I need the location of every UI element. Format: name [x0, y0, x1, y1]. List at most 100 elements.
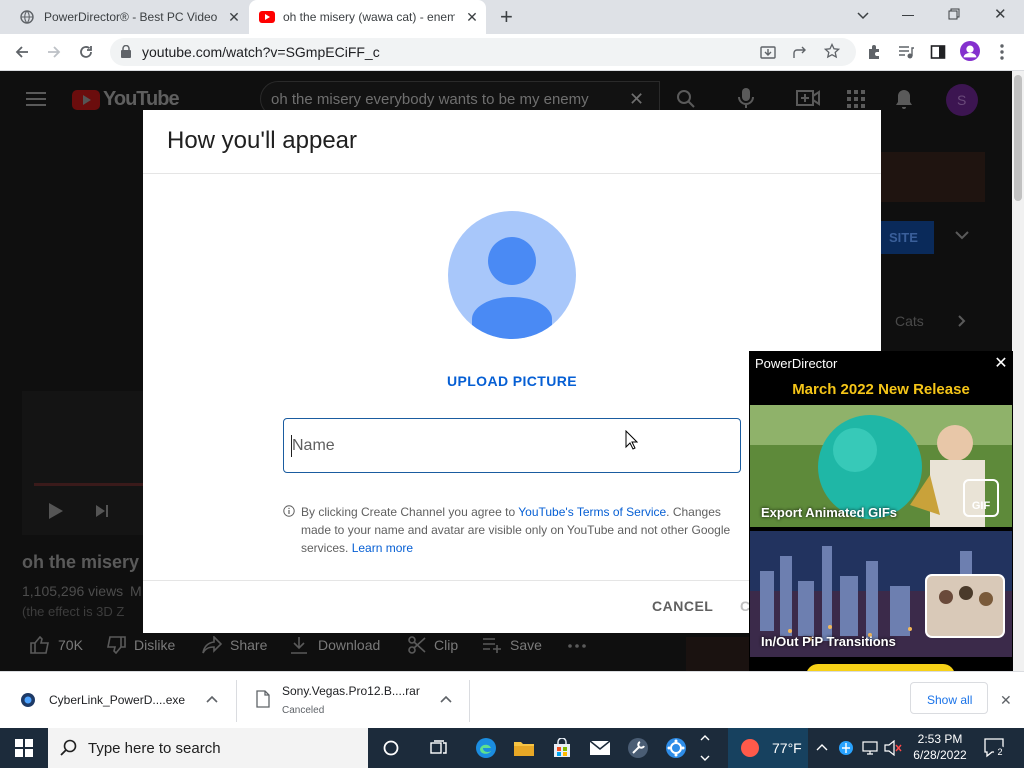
share-label[interactable]: Share: [230, 637, 267, 653]
ad-image-gifs[interactable]: Export Animated GIFs GIF: [750, 405, 1012, 527]
taskbar-clock[interactable]: 2:53 PM 6/28/2022: [905, 731, 975, 763]
restore-icon[interactable]: [948, 8, 960, 20]
back-icon[interactable]: [12, 42, 32, 62]
settings-app-icon[interactable]: [619, 728, 657, 768]
edge-icon[interactable]: [467, 728, 505, 768]
volume-muted-icon[interactable]: [884, 740, 902, 756]
description-snippet[interactable]: (the effect is 3D Z: [22, 604, 124, 619]
more-actions-icon[interactable]: [568, 644, 586, 648]
network-tray-icon[interactable]: [838, 739, 854, 757]
close-window-icon[interactable]: ✕: [994, 5, 1007, 23]
windows-taskbar: Type here to search 77°F 2:53 PM 6/28/20…: [0, 728, 1024, 768]
notification-center-icon[interactable]: 2: [984, 738, 1006, 758]
chevron-up-icon[interactable]: [816, 743, 828, 751]
tos-link[interactable]: YouTube's Terms of Service: [518, 505, 666, 519]
reload-icon[interactable]: [76, 42, 96, 62]
show-all-button[interactable]: Show all: [910, 682, 988, 714]
scrollbar-thumb[interactable]: [1014, 75, 1022, 201]
close-icon[interactable]: ✕: [993, 355, 1009, 372]
store-icon[interactable]: [543, 728, 581, 768]
temperature: 77°F: [772, 740, 802, 756]
clip-icon[interactable]: [408, 636, 426, 654]
page-scrollbar[interactable]: [1012, 71, 1024, 671]
search-icon[interactable]: [676, 89, 696, 109]
weather-icon: [740, 738, 760, 758]
dislike-icon[interactable]: [106, 636, 126, 654]
clear-search-icon[interactable]: ✕: [629, 89, 644, 110]
chevron-up-icon[interactable]: [206, 695, 218, 703]
chevron-up-icon[interactable]: [440, 695, 452, 703]
apps-grid-icon[interactable]: [847, 90, 865, 108]
learn-more-link[interactable]: Learn more: [352, 541, 413, 555]
save-label[interactable]: Save: [510, 637, 542, 653]
star-icon[interactable]: [824, 43, 840, 59]
minimize-icon[interactable]: [902, 15, 914, 16]
chevron-down-icon[interactable]: [856, 8, 870, 22]
file-icon: [256, 690, 270, 708]
download-item[interactable]: CyberLink_PowerD....exe: [0, 672, 236, 729]
chevron-right-icon[interactable]: [958, 315, 966, 327]
terms-text: By clicking Create Channel you agree to: [301, 505, 519, 519]
share-icon[interactable]: [202, 636, 222, 654]
up-next-thumbnail[interactable]: [686, 637, 750, 671]
banner-site-button[interactable]: SITE: [881, 221, 934, 254]
taskbar-search-box[interactable]: Type here to search: [48, 728, 368, 768]
youtube-logo-icon[interactable]: [72, 90, 100, 110]
more-menu-icon[interactable]: [992, 42, 1012, 62]
name-field[interactable]: [283, 418, 741, 473]
save-icon[interactable]: [482, 637, 502, 653]
file-explorer-icon[interactable]: [505, 728, 543, 768]
ad-image-pip[interactable]: In/Out PiP Transitions: [750, 531, 1012, 657]
account-avatar[interactable]: S: [946, 84, 978, 116]
close-shelf-icon[interactable]: ✕: [1000, 692, 1012, 709]
address-bar[interactable]: youtube.com/watch?v=SGmpECiFF_c: [110, 38, 856, 66]
new-tab-button[interactable]: +: [500, 4, 513, 30]
task-view-icon[interactable]: [420, 728, 458, 768]
clock-date: 6/28/2022: [913, 748, 967, 762]
tab-youtube[interactable]: oh the misery (wawa cat) - enem ✕: [249, 0, 486, 34]
powerdirector-app-icon[interactable]: [657, 728, 695, 768]
share-icon[interactable]: [792, 44, 808, 60]
profile-avatar[interactable]: [960, 41, 980, 61]
extensions-icon[interactable]: [864, 42, 884, 62]
weather-widget[interactable]: 77°F: [728, 728, 808, 768]
show-all-label: Show all: [927, 693, 973, 707]
close-tab-icon[interactable]: ✕: [226, 9, 242, 25]
hamburger-icon[interactable]: [26, 91, 46, 107]
chip-cats[interactable]: Cats: [895, 313, 924, 329]
name-input[interactable]: [292, 433, 732, 459]
cancel-button[interactable]: CANCEL: [652, 598, 713, 614]
microphone-icon[interactable]: [738, 87, 754, 109]
taskbar-scroll[interactable]: [698, 730, 712, 766]
next-icon[interactable]: [95, 504, 109, 518]
search-query[interactable]: oh the misery everybody wants to be my e…: [271, 91, 589, 108]
url-text[interactable]: youtube.com/watch?v=SGmpECiFF_c: [142, 44, 380, 60]
video-player[interactable]: [22, 391, 144, 535]
download-icon[interactable]: [290, 636, 308, 654]
forward-icon[interactable]: [44, 42, 64, 62]
dialog-title: How you'll appear: [167, 127, 358, 154]
create-video-icon[interactable]: [796, 89, 820, 107]
media-control-icon[interactable]: [896, 42, 916, 62]
download-label[interactable]: Download: [318, 637, 380, 653]
like-icon[interactable]: [30, 636, 50, 654]
cortana-icon[interactable]: [372, 728, 410, 768]
like-count[interactable]: 70K: [58, 637, 83, 653]
install-icon[interactable]: [760, 44, 776, 60]
display-tray-icon[interactable]: [862, 741, 878, 755]
mouse-cursor-icon: [625, 430, 638, 450]
close-tab-icon[interactable]: ✕: [464, 9, 480, 25]
chevron-down-icon[interactable]: [955, 230, 969, 240]
progress-bar[interactable]: [34, 483, 144, 486]
clip-label[interactable]: Clip: [434, 637, 458, 653]
tab-powerdirector[interactable]: PowerDirector® - Best PC Video ✕: [8, 0, 248, 34]
windows-start-icon[interactable]: [0, 728, 48, 768]
mail-icon[interactable]: [581, 728, 619, 768]
download-item[interactable]: Sony.Vegas.Pro12.B....rar Canceled: [237, 672, 469, 729]
side-panel-icon[interactable]: [928, 42, 948, 62]
lock-icon[interactable]: [121, 45, 131, 58]
play-icon[interactable]: [48, 502, 64, 520]
powerdirector-ad-popup[interactable]: PowerDirector ✕ March 2022 New Release E…: [749, 351, 1013, 697]
dislike-label[interactable]: Dislike: [134, 637, 175, 653]
bell-icon[interactable]: [894, 88, 914, 110]
